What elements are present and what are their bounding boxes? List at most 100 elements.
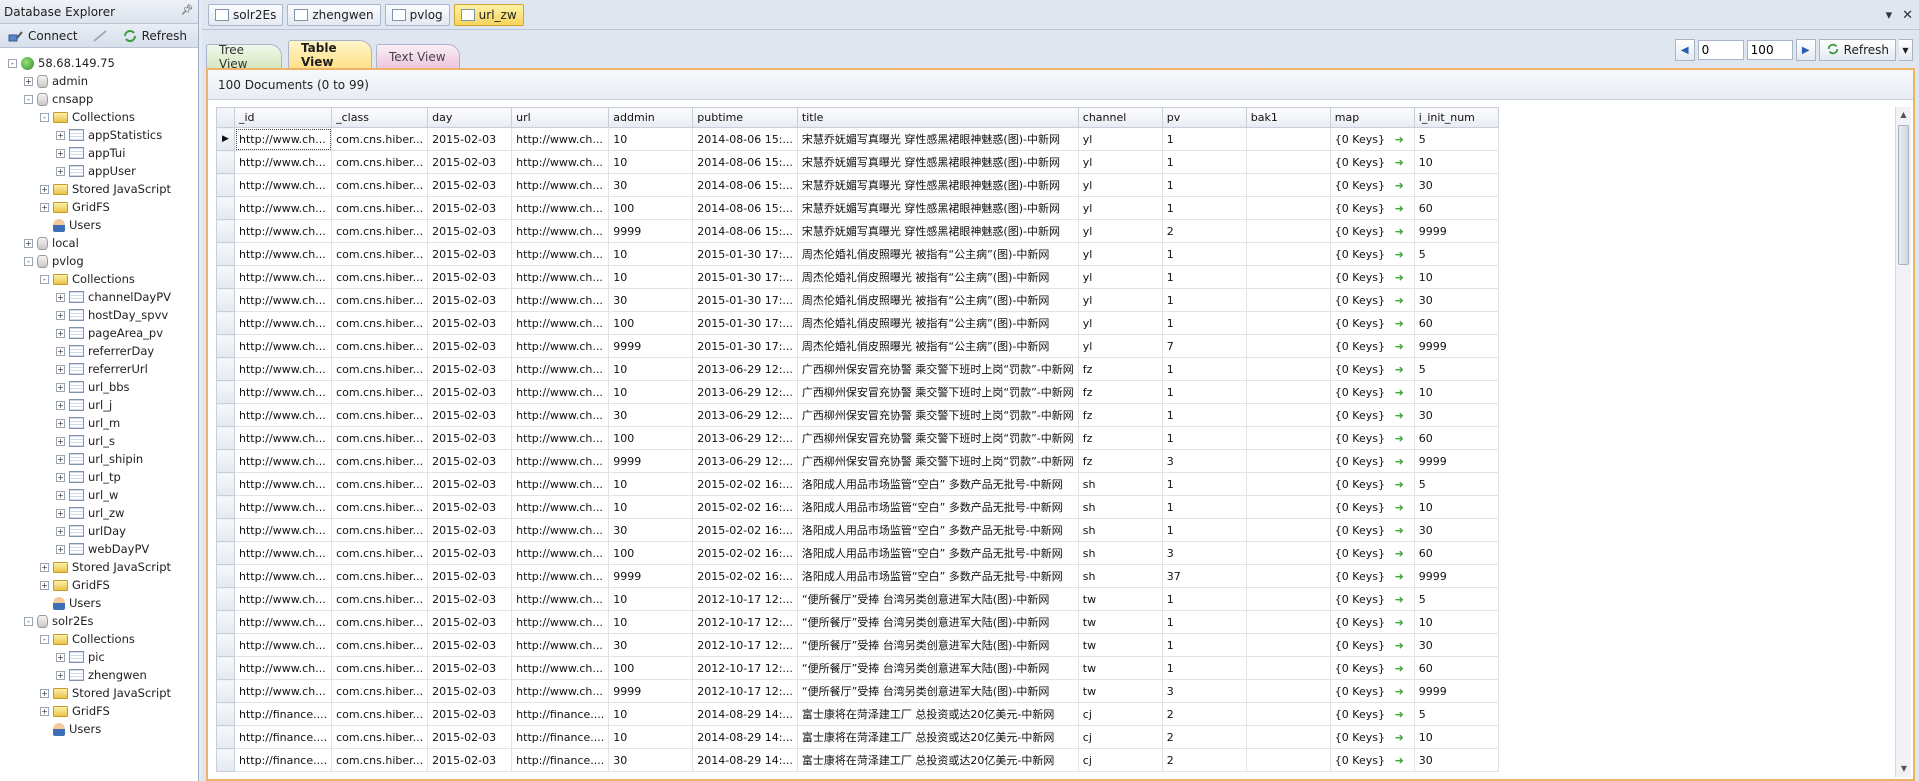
table-cell[interactable]: com.cns.hiber...	[331, 380, 429, 404]
table-cell[interactable]: http://www.ch...	[511, 656, 610, 680]
table-cell[interactable]: http://www.ch...	[233, 357, 333, 381]
column-header[interactable]: pv	[1161, 107, 1247, 128]
document-tab[interactable]: solr2Es	[208, 3, 284, 26]
table-cell[interactable]: 2015-02-03	[427, 518, 513, 542]
expand-icon[interactable]: +	[56, 364, 65, 374]
tree-node[interactable]: + webDayPV	[8, 540, 198, 558]
table-cell[interactable]	[1245, 495, 1331, 519]
table-cell[interactable]: 2015-02-03	[427, 748, 513, 772]
table-cell[interactable]: yl	[1077, 173, 1163, 197]
expand-icon[interactable]: +	[56, 436, 65, 446]
row-selector[interactable]	[216, 541, 235, 565]
table-cell[interactable]: 2015-02-03	[427, 288, 513, 312]
table-cell[interactable]: 9999	[1413, 679, 1499, 703]
row-selector[interactable]	[216, 357, 235, 381]
expand-icon[interactable]: +	[56, 670, 65, 680]
table-cell[interactable]: 2015-02-03	[427, 380, 513, 404]
table-cell[interactable]: tw	[1077, 633, 1163, 657]
table-cell[interactable]	[1245, 288, 1331, 312]
table-cell[interactable]: 100	[608, 426, 694, 450]
table-row[interactable]: ▶ http://www.ch... com.cns.hiber... 2015-02…	[216, 127, 1499, 151]
table-cell[interactable]: 7	[1161, 334, 1247, 358]
table-cell[interactable]: com.cns.hiber...	[331, 633, 429, 657]
table-cell[interactable]: 1	[1161, 518, 1247, 542]
table-cell[interactable]: http://www.ch...	[233, 541, 333, 565]
table-cell[interactable]	[1245, 656, 1331, 680]
column-header[interactable]: channel	[1077, 107, 1163, 128]
table-cell[interactable]: cj	[1077, 748, 1163, 772]
table-cell[interactable]: 30	[1413, 403, 1499, 427]
table-row[interactable]: http://www.ch... com.cns.hiber... 2015-02-…	[216, 426, 1499, 450]
table-cell[interactable]: 2015-02-03	[427, 173, 513, 197]
open-arrow-icon[interactable]: ➜	[1395, 754, 1404, 767]
table-cell[interactable]: 9999	[608, 564, 694, 588]
table-cell[interactable]: {0 Keys} ➜	[1329, 288, 1415, 312]
table-cell[interactable]: http://www.ch...	[511, 219, 610, 243]
table-cell[interactable]: 2014-08-06 15:...	[692, 150, 798, 174]
column-header[interactable]: _class	[331, 107, 429, 128]
table-cell[interactable]: 2015-02-03	[427, 242, 513, 266]
table-row[interactable]: http://www.ch... com.cns.hiber... 2015-02-…	[216, 311, 1499, 335]
refresh-dropdown-button[interactable]: ▼	[1899, 39, 1913, 61]
row-selector[interactable]	[216, 173, 235, 197]
expand-icon[interactable]: +	[56, 310, 65, 320]
table-cell[interactable]: http://www.ch...	[233, 127, 333, 151]
column-header[interactable]: url	[511, 107, 610, 128]
table-cell[interactable]: http://www.ch...	[233, 311, 333, 335]
scroll-down-icon[interactable]: ▼	[1896, 761, 1912, 777]
table-cell[interactable]	[1245, 265, 1331, 289]
refresh-explorer-button[interactable]: Refresh	[118, 27, 191, 45]
tree-node[interactable]: + channelDayPV	[8, 288, 198, 306]
tab-tree-view[interactable]: Tree View	[206, 43, 282, 71]
table-cell[interactable]	[1245, 449, 1331, 473]
tree-node[interactable]: + urlDay	[8, 522, 198, 540]
table-cell[interactable]: tw	[1077, 656, 1163, 680]
table-cell[interactable]: 2015-01-30 17:...	[692, 288, 798, 312]
row-selector[interactable]	[216, 472, 235, 496]
table-cell[interactable]: 富士康将在菏泽建工厂 总投资或达20亿美元-中新网	[796, 702, 1079, 726]
table-cell[interactable]: http://www.ch...	[511, 127, 610, 151]
table-cell[interactable]: {0 Keys} ➜	[1329, 541, 1415, 565]
table-cell[interactable]: http://www.ch...	[233, 656, 333, 680]
table-cell[interactable]: com.cns.hiber...	[331, 656, 429, 680]
table-cell[interactable]: 9999	[1413, 219, 1499, 243]
table-cell[interactable]: http://www.ch...	[511, 288, 610, 312]
tree-node[interactable]: + referrerUrl	[8, 360, 198, 378]
table-cell[interactable]: 1	[1161, 633, 1247, 657]
table-cell[interactable]: 1	[1161, 656, 1247, 680]
row-selector[interactable]	[216, 725, 235, 749]
column-header[interactable]: _id	[233, 107, 333, 128]
table-cell[interactable]: com.cns.hiber...	[331, 449, 429, 473]
table-cell[interactable]: 1	[1161, 127, 1247, 151]
table-cell[interactable]: 30	[608, 748, 694, 772]
table-cell[interactable]: 30	[608, 518, 694, 542]
table-cell[interactable]: com.cns.hiber...	[331, 748, 429, 772]
expand-icon[interactable]: +	[24, 76, 33, 86]
table-cell[interactable]: 30	[608, 403, 694, 427]
table-cell[interactable]: 2015-02-03	[427, 127, 513, 151]
table-row[interactable]: http://finance.... com.cns.hiber... 2015-0…	[216, 702, 1499, 726]
table-cell[interactable]: yl	[1077, 242, 1163, 266]
table-cell[interactable]: 1	[1161, 173, 1247, 197]
table-cell[interactable]: {0 Keys} ➜	[1329, 725, 1415, 749]
table-row[interactable]: http://www.ch... com.cns.hiber... 2015-02-…	[216, 564, 1499, 588]
table-cell[interactable]: 2012-10-17 12:...	[692, 587, 798, 611]
table-cell[interactable]: 2013-06-29 12:...	[692, 449, 798, 473]
open-arrow-icon[interactable]: ➜	[1395, 524, 1404, 537]
table-cell[interactable]: http://www.ch...	[511, 518, 610, 542]
table-cell[interactable]: 1	[1161, 242, 1247, 266]
table-cell[interactable]: http://www.ch...	[511, 311, 610, 335]
skip-input[interactable]	[1697, 40, 1744, 60]
table-cell[interactable]: 30	[608, 173, 694, 197]
row-selector[interactable]	[216, 311, 235, 335]
open-arrow-icon[interactable]: ➜	[1395, 340, 1404, 353]
connect-button[interactable]: Connect	[4, 27, 82, 45]
table-row[interactable]: http://www.ch... com.cns.hiber... 2015-02-…	[216, 196, 1499, 220]
open-arrow-icon[interactable]: ➜	[1395, 478, 1404, 491]
open-arrow-icon[interactable]: ➜	[1395, 639, 1404, 652]
table-cell[interactable]: {0 Keys} ➜	[1329, 656, 1415, 680]
table-row[interactable]: http://www.ch... com.cns.hiber... 2015-02-…	[216, 679, 1499, 703]
table-row[interactable]: http://www.ch... com.cns.hiber... 2015-02-…	[216, 242, 1499, 266]
table-cell[interactable]: 60	[1413, 196, 1499, 220]
table-cell[interactable]: 周杰伦婚礼俏皮照曝光 被指有“公主病”(图)-中新网	[796, 242, 1079, 266]
